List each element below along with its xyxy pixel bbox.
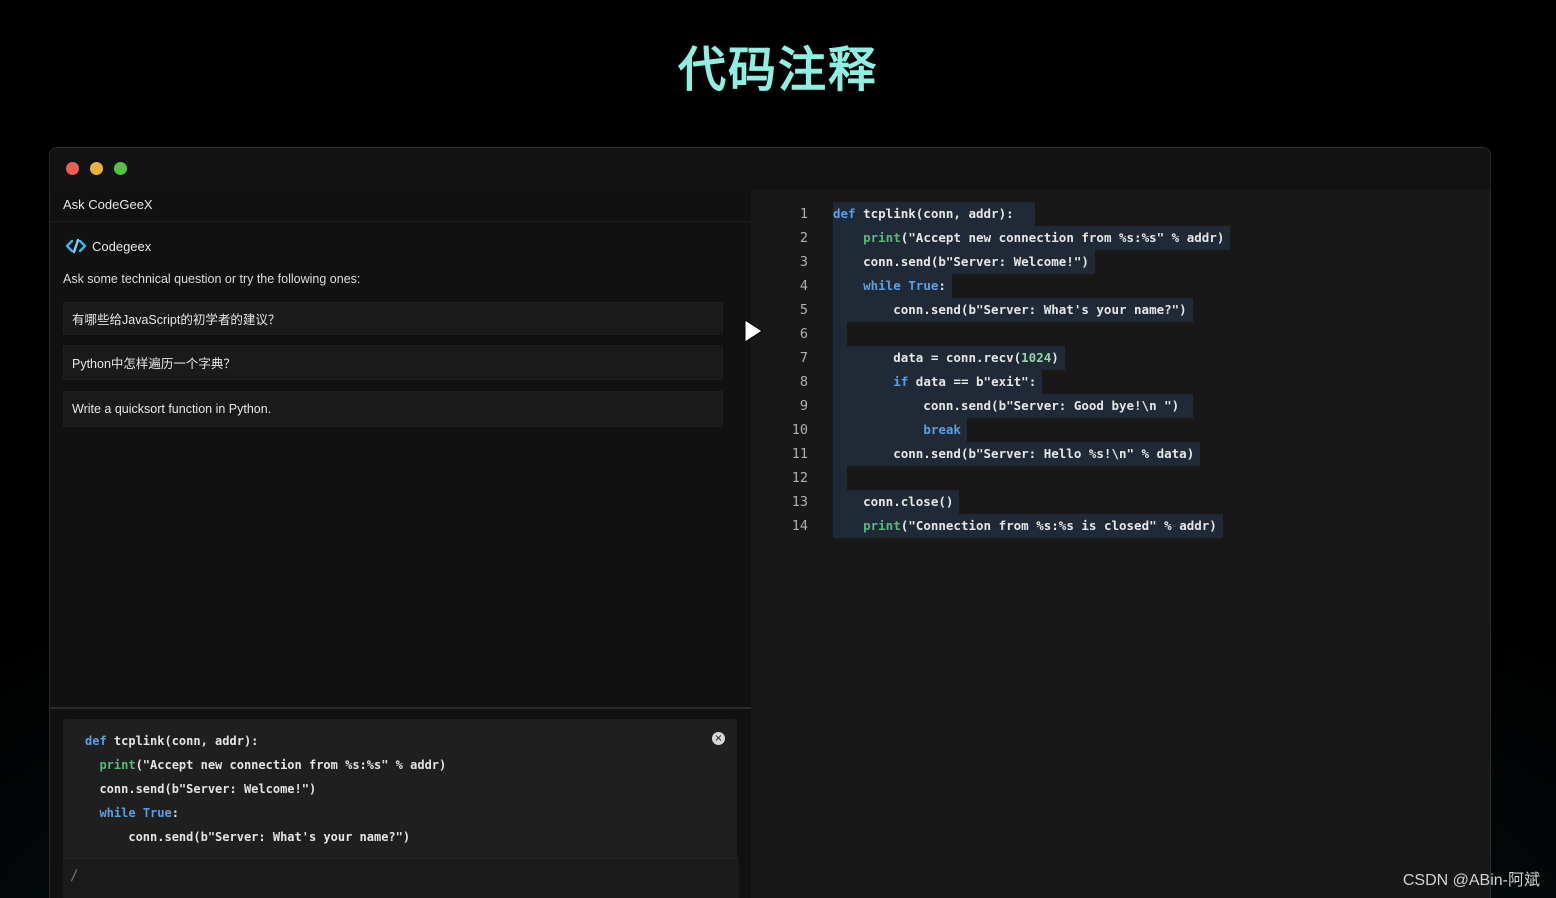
snippet-line: while True: <box>85 801 446 825</box>
line-code: conn.send(b"Server: Welcome!") <box>833 250 1095 274</box>
code-token: conn.send(b"Server: What's your name?") <box>85 830 411 844</box>
code-token: : <box>938 278 946 293</box>
line-number: 4 <box>799 278 808 294</box>
code-editor[interactable]: 1 def tcplink(conn, addr): 2 print("Accep… <box>751 189 1490 898</box>
watermark: CSDN @ABin-阿斌 <box>1402 872 1540 889</box>
app-window: Ask CodeGeeX Codegeex Ask some technical… <box>49 147 1491 898</box>
code-token: conn.send(b"Server: What's your name?") <box>833 302 1187 317</box>
codegeex-logo-icon <box>66 238 86 254</box>
line-code: while True: <box>833 274 952 298</box>
line-code: conn.send(b"Server: Good bye!\n ") <box>833 394 1193 418</box>
suggestion-item[interactable]: Write a quicksort function in Python. <box>63 391 723 427</box>
suggestion-item[interactable]: 有哪些给JavaScript的初学者的建议？ <box>63 302 723 335</box>
code-token: ) <box>1051 350 1059 365</box>
line-code: print("Accept new connection from %s:%s"… <box>833 226 1231 250</box>
code-token: : <box>171 806 179 820</box>
code-token: data == b"exit": <box>908 374 1037 389</box>
code-keyword: break <box>923 422 961 437</box>
code-token: conn.send(b"Server: Welcome!") <box>85 782 317 796</box>
suggestion-label: Python中怎样遍历一个字典？ <box>72 357 236 371</box>
line-number: 11 <box>791 446 808 462</box>
line-code: if data == b"exit": <box>833 370 1043 394</box>
code-builtin: print <box>863 518 901 533</box>
code-keyword: def <box>85 734 107 748</box>
suggestion-item[interactable]: Python中怎样遍历一个字典？ <box>63 345 723 380</box>
line-code: break <box>833 418 967 442</box>
minimize-window-button[interactable] <box>90 162 103 175</box>
line-code: def tcplink(conn, addr): <box>833 202 1035 226</box>
line-number: 14 <box>791 518 808 534</box>
chat-panel-header: Ask CodeGeeX <box>63 197 153 212</box>
window-titlebar <box>50 148 1490 189</box>
header-divider <box>50 221 751 222</box>
close-snippet-icon[interactable]: × <box>712 732 725 745</box>
code-token: ("Accept new connection from %s:%s" % ad… <box>135 758 447 772</box>
assistant-brand: Codegeex <box>66 238 151 254</box>
code-number: 1024 <box>1021 350 1052 365</box>
line-code <box>833 466 847 490</box>
line-code: conn.send(b"Server: What's your name?") <box>833 298 1193 322</box>
code-token: conn.close() <box>833 494 954 509</box>
code-builtin: print <box>99 758 136 772</box>
code-token: conn.send(b"Server: Welcome!") <box>833 254 1089 269</box>
code-keyword: while <box>863 278 901 293</box>
code-token: data = conn.recv( <box>833 350 1022 365</box>
code-keyword: True <box>142 806 172 820</box>
code-token: ("Connection from %s:%s is closed" % add… <box>900 518 1217 533</box>
line-code <box>833 322 847 346</box>
suggestion-label: 有哪些给JavaScript的初学者的建议？ <box>72 313 281 327</box>
mouse-pointer-icon <box>744 319 763 343</box>
line-number: 7 <box>799 350 808 366</box>
code-builtin: print <box>863 230 901 245</box>
code-keyword: True <box>908 278 939 293</box>
code-token: tcplink(conn, addr): <box>855 206 1029 221</box>
suggestion-label: Write a quicksort function in Python. <box>72 402 272 416</box>
line-number: 2 <box>799 230 808 246</box>
chat-panel: Ask CodeGeeX Codegeex Ask some technical… <box>50 189 751 898</box>
line-code: data = conn.recv(1024) <box>833 346 1065 370</box>
snippet-line: conn.send(b"Server: Welcome!") <box>85 777 446 801</box>
maximize-window-button[interactable] <box>114 162 127 175</box>
page-title: 代码注释 <box>677 42 878 98</box>
snippet-line: def tcplink(conn, addr): <box>85 729 446 753</box>
panel-divider[interactable] <box>50 707 751 709</box>
close-window-button[interactable] <box>66 162 79 175</box>
code-token: ("Accept new connection from %s:%s" % ad… <box>900 230 1225 245</box>
snippet-code-block: def tcplink(conn, addr): print("Accept n… <box>85 729 446 849</box>
line-code: print("Connection from %s:%s is closed" … <box>833 514 1223 538</box>
line-number: 3 <box>799 254 808 270</box>
assistant-intro: Ask some technical question or try the f… <box>63 272 361 286</box>
code-token: tcplink(conn, addr): <box>106 734 259 748</box>
assistant-name: Codegeex <box>92 238 152 254</box>
line-number: 12 <box>791 470 808 486</box>
selected-code-snippet: × def tcplink(conn, addr): print("Accept… <box>63 719 737 861</box>
code-keyword: if <box>893 374 909 389</box>
code-token: conn.send(b"Server: Hello %s!\n" % data) <box>833 446 1195 461</box>
snippet-line: conn.send(b"Server: What's your name?") <box>85 825 446 849</box>
prompt-placeholder: / <box>70 868 79 884</box>
line-code: conn.close() <box>833 490 960 514</box>
line-number: 8 <box>799 374 808 390</box>
code-keyword: while <box>99 806 136 820</box>
line-number: 9 <box>799 398 808 414</box>
line-number: 10 <box>791 422 808 438</box>
line-number: 13 <box>791 494 808 510</box>
code-keyword: def <box>833 206 856 221</box>
snippet-line: print("Accept new connection from %s:%s"… <box>85 753 446 777</box>
code-token: conn.send(b"Server: Good bye!\n ") <box>833 398 1187 413</box>
prompt-input[interactable]: / <box>63 858 739 898</box>
line-code: conn.send(b"Server: Hello %s!\n" % data) <box>833 442 1201 466</box>
line-number: 1 <box>799 206 808 222</box>
